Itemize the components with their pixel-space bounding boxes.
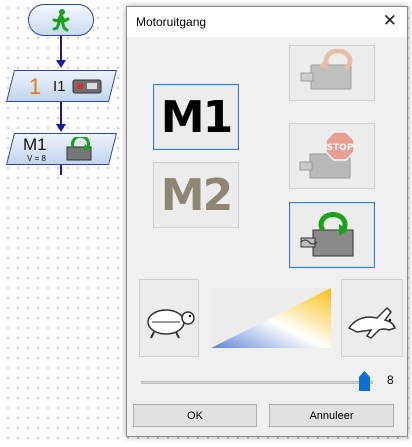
rabbit-icon (347, 306, 396, 339)
motor-m2-button[interactable]: M2 (153, 162, 239, 228)
motor-speed-text: V = 8 (27, 154, 46, 163)
rotate-right-icon (300, 212, 354, 257)
motor-m1-label: M1 (160, 91, 233, 143)
rotate-left-icon (300, 49, 353, 90)
flow-arrow (56, 60, 66, 68)
turtle-icon (147, 309, 195, 339)
input-label: I1 (53, 78, 66, 95)
motor-rotate-icon (66, 137, 92, 161)
svg-text:STOP: STOP (327, 143, 354, 153)
input-block[interactable]: 1 I1 (6, 70, 117, 102)
dialog-title: Motoruitgang (136, 15, 207, 29)
ok-button[interactable]: OK (133, 404, 257, 427)
input-number: 1 (29, 74, 42, 99)
speed-value: 8 (387, 373, 394, 387)
motor-label: M1 (23, 135, 47, 154)
flow-connector (60, 36, 62, 62)
rotate-right-button[interactable] (289, 202, 375, 268)
start-block[interactable] (28, 4, 94, 36)
speed-slider-thumb[interactable] (359, 371, 370, 391)
green-walking-man-icon (52, 9, 70, 32)
flow-connector (60, 102, 62, 126)
rotate-left-button[interactable] (289, 45, 375, 101)
title-bar: Motoruitgang ✕ (127, 7, 407, 37)
slow-speed-button[interactable] (139, 279, 199, 357)
cancel-button[interactable]: Annuleer (269, 404, 394, 427)
motor-output-dialog: Motoruitgang ✕ M1 M2 STOP 8 OK Annuleer (126, 6, 408, 437)
motor-m2-label: M2 (160, 169, 233, 221)
flow-arrow (56, 124, 66, 132)
close-icon[interactable]: ✕ (383, 11, 397, 31)
motor-m1-button[interactable]: M1 (153, 84, 239, 150)
fast-speed-button[interactable] (341, 279, 403, 357)
stop-button[interactable]: STOP (289, 123, 375, 189)
flow-connector (60, 165, 62, 175)
push-button-icon (72, 79, 102, 94)
speed-slider-track[interactable] (141, 381, 373, 384)
motor-output-block[interactable]: M1 V = 8 (6, 133, 117, 165)
stop-icon: STOP (299, 131, 355, 179)
